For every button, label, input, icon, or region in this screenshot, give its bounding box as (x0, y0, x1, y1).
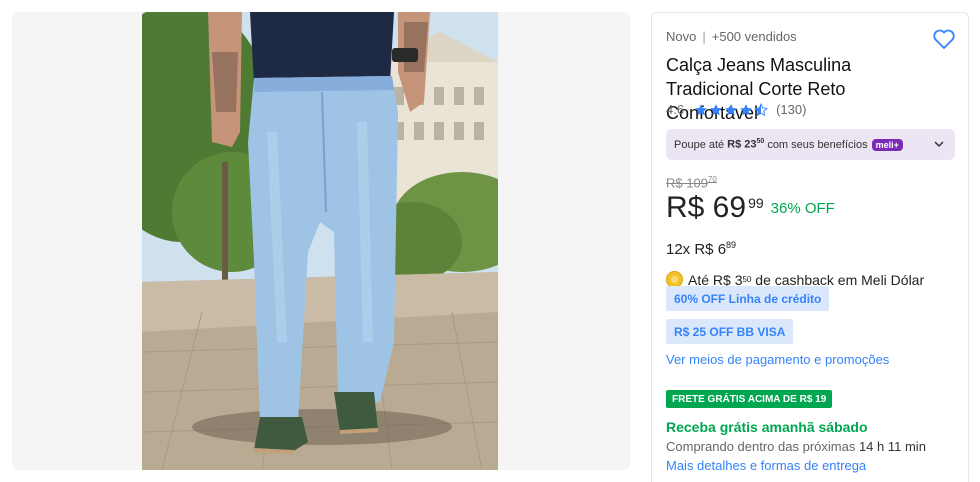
delivery-details-link[interactable]: Mais detalhes e formas de entrega (666, 458, 866, 473)
credit-line-promo[interactable]: 60% OFF Linha de crédito (666, 286, 830, 311)
current-price: R$ 69 99 36% OFF (666, 191, 835, 225)
star-full-icon (725, 103, 737, 115)
rating-stars (694, 102, 768, 117)
cashback-cents: 50 (742, 275, 752, 284)
price-main: R$ 69 (666, 191, 747, 224)
subtitle-separator: | (702, 29, 706, 44)
product-image-gallery (12, 12, 630, 470)
star-full-icon (710, 103, 722, 115)
meli-plus-badge: meli+ (871, 138, 903, 151)
countdown-prefix: Comprando dentro das próximas (666, 439, 856, 454)
product-photo-jeans-model (142, 12, 498, 470)
star-full-icon (695, 103, 707, 115)
meli-plus-savings-banner[interactable]: Poupe até R$ 2350 com seus benefícios me… (666, 129, 955, 160)
price-cents: 99 (748, 195, 764, 211)
bb-visa-promo[interactable]: R$ 25 OFF BB VISA (666, 319, 794, 344)
delivery-countdown: Comprando dentro das próximas 14 h 11 mi… (666, 439, 926, 454)
delivery-arrival: Receba grátis amanhã sábado (666, 419, 868, 435)
product-rating[interactable]: 4.6 (130) (666, 102, 806, 117)
star-full-icon (740, 103, 752, 115)
rating-value: 4.6 (666, 102, 685, 117)
installments-cents: 89 (726, 240, 737, 250)
installments: 12x R$ 689 (666, 240, 737, 258)
original-price: R$ 10970 (666, 175, 717, 191)
original-price-cents: 70 (707, 175, 717, 184)
savings-cents: 50 (756, 138, 765, 146)
product-photo[interactable] (142, 12, 498, 470)
savings-suffix: com seus benefícios (767, 138, 868, 151)
product-condition: Novo (666, 29, 697, 44)
discount-label: 36% OFF (770, 200, 835, 217)
sold-count: +500 vendidos (711, 29, 797, 44)
payment-methods-link[interactable]: Ver meios de pagamento e promoções (666, 352, 889, 367)
free-shipping-badge: FRETE GRÁTIS ACIMA DE R$ 19 (666, 390, 833, 408)
star-half-icon (754, 102, 768, 116)
countdown-time: 14 h 11 min (858, 439, 926, 454)
product-info-panel: Novo | +500 vendidos Calça Jeans Masculina… (651, 12, 969, 482)
product-subtitle: Novo | +500 vendidos (666, 29, 797, 44)
savings-prefix: Poupe até (674, 138, 725, 151)
savings-amount: R$ 2350 (727, 138, 765, 151)
chevron-down-icon (934, 141, 944, 148)
review-count: (130) (776, 102, 807, 117)
favorite-heart-icon[interactable] (932, 27, 956, 51)
